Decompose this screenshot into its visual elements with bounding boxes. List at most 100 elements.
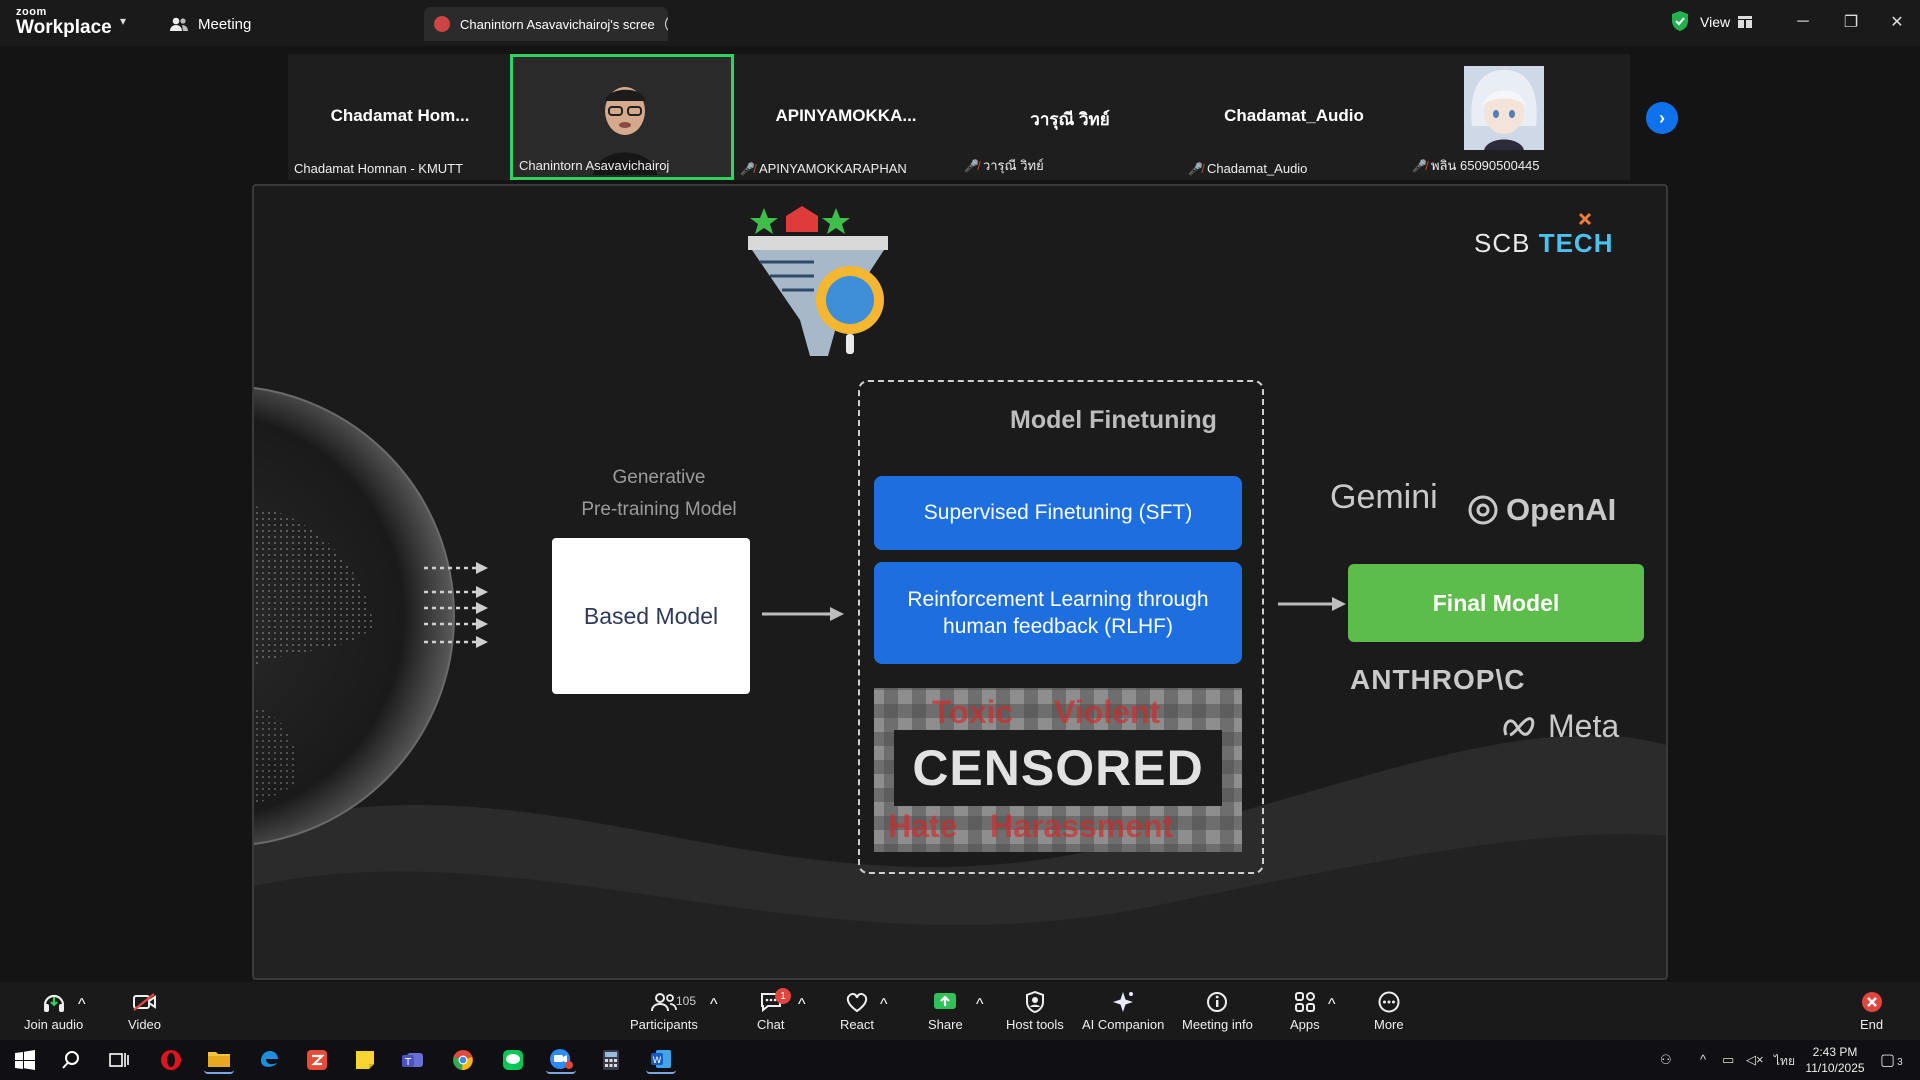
next-page-arrow-icon[interactable]: › [1646, 102, 1678, 134]
participants-label: Participants [630, 1017, 698, 1032]
participant-label-text: Chadamat_Audio [1206, 161, 1308, 176]
share-label: Share [928, 1017, 963, 1032]
system-clock[interactable]: 2:43 PM 11/10/2025 [1794, 1044, 1876, 1076]
participant-label: 🎤̸ APINYAMOKKARAPHAN [740, 161, 907, 176]
chevron-up-icon[interactable]: ^ [798, 996, 806, 1014]
share-screen-icon [932, 990, 958, 1014]
sparkle-icon [1111, 990, 1135, 1014]
close-icon[interactable]: ✕ [1880, 8, 1914, 36]
meta-text: Meta [1548, 708, 1620, 744]
apps-button[interactable]: Apps [1290, 990, 1320, 1032]
participant-tile-active-speaker[interactable]: Chanintorn Asavavichairoj [510, 54, 734, 180]
zoom-taskbar-icon[interactable] [546, 1046, 576, 1074]
ai-companion-button[interactable]: AI Companion [1082, 990, 1164, 1032]
chevron-up-icon[interactable]: ^ [976, 996, 984, 1014]
mic-muted-icon: 🎤̸ [1412, 158, 1427, 173]
meta-logo: Meta [1502, 708, 1619, 745]
finetuning-title: Model Finetuning [1010, 406, 1217, 434]
more-options-icon[interactable]: ··· [664, 15, 668, 33]
chat-button[interactable]: Chat 1 [757, 988, 791, 1032]
headphones-icon [42, 990, 66, 1014]
word-icon[interactable]: W [646, 1046, 676, 1074]
people-icon [170, 17, 188, 31]
chevron-up-icon[interactable]: ^ [880, 996, 888, 1014]
sticky-notes-icon[interactable] [350, 1046, 380, 1074]
gemini-logo: Gemini [1330, 478, 1438, 516]
chat-label: Chat [757, 1017, 785, 1032]
host-tools-button[interactable]: Host tools [1006, 990, 1064, 1032]
meeting-menu[interactable]: Meeting [170, 12, 251, 36]
scb-tech-logo: SCB TECH [1474, 228, 1613, 259]
security-shield-icon[interactable] [1670, 10, 1690, 32]
clock-time: 2:43 PM [1812, 1045, 1858, 1059]
share-button[interactable]: Share [928, 990, 963, 1032]
network-icon[interactable]: ▭ [1722, 1052, 1734, 1068]
participant-tile[interactable]: Chadamat Hom... Chadamat Homnan - KMUTT [288, 54, 512, 180]
end-label: End [1860, 1017, 1884, 1032]
wps-icon[interactable] [302, 1046, 332, 1074]
edge-icon[interactable] [254, 1046, 284, 1074]
mic-muted-icon: 🎤̸ [964, 158, 979, 173]
windows-start-icon[interactable] [10, 1046, 40, 1074]
chrome-icon[interactable] [448, 1046, 478, 1074]
censored-label: CENSORED [894, 730, 1222, 806]
presentation-slide: SCB TECH Generative Pre-training Model B… [252, 184, 1668, 980]
speaker-muted-icon[interactable]: ◁× [1746, 1052, 1764, 1068]
chevron-up-icon[interactable]: ^ [1700, 1052, 1706, 1067]
participant-label-text: APINYAMOKKARAPHAN [758, 161, 907, 176]
react-label: React [840, 1017, 874, 1032]
share-tab[interactable]: Chanintorn Asavavichairoj's scree ··· [424, 7, 668, 41]
search-icon[interactable] [56, 1046, 86, 1074]
end-meeting-button[interactable]: End [1860, 990, 1883, 1032]
chevron-down-icon[interactable]: ▾ [120, 14, 126, 28]
participant-display-name: APINYAMOKKA... [775, 106, 917, 125]
participant-tile[interactable]: วารุณี วิทย์ 🎤̸ วารุณี วิทย์ [958, 54, 1182, 180]
censored-box: Toxic Violent Hate Harassment CENSORED [874, 688, 1242, 852]
participant-display-name: Chadamat_Audio [1224, 106, 1364, 125]
participant-label: 🎤̸ วารุณี วิทย์ [964, 155, 1044, 176]
chevron-up-icon[interactable]: ^ [78, 996, 86, 1014]
censor-word: Toxic [932, 694, 1014, 730]
end-x-icon [1861, 990, 1883, 1014]
clock-date: 11/10/2025 [1805, 1061, 1865, 1075]
participant-label: 🎤̸ Chadamat_Audio [1188, 161, 1307, 176]
react-button[interactable]: React [840, 990, 874, 1032]
minimize-icon[interactable]: ─ [1786, 8, 1820, 36]
participant-tile[interactable]: 🎤̸ พลิน 65090500445 [1406, 54, 1630, 180]
join-audio-button[interactable]: Join audio [24, 990, 83, 1032]
task-view-icon[interactable] [104, 1046, 134, 1074]
teams-icon[interactable]: T [398, 1046, 428, 1074]
openai-text: OpenAI [1506, 492, 1617, 527]
tech-text: TECH [1538, 228, 1614, 258]
notification-count: 3 [1897, 1057, 1903, 1068]
video-label: Video [128, 1017, 162, 1032]
mic-muted-icon: 🎤̸ [740, 161, 755, 176]
meeting-toolbar: Join audio ^ Video Participants 105 ^ Ch… [0, 982, 1920, 1040]
notifications-icon[interactable]: ▢ 3 [1880, 1050, 1903, 1070]
mic-muted-icon: 🎤̸ [1188, 161, 1203, 176]
view-button[interactable]: View [1700, 11, 1753, 33]
calculator-icon[interactable] [596, 1046, 626, 1074]
participant-label-text: พลิน 65090500445 [1430, 158, 1540, 173]
participant-tile[interactable]: APINYAMOKKA... 🎤̸ APINYAMOKKARAPHAN [734, 54, 958, 180]
join-audio-label: Join audio [24, 1017, 84, 1032]
meeting-info-button[interactable]: Meeting info [1182, 990, 1253, 1032]
line-icon[interactable] [498, 1046, 528, 1074]
anime-avatar [1464, 66, 1544, 150]
shield-icon [1024, 990, 1046, 1014]
opera-icon[interactable] [156, 1046, 186, 1074]
people-tray-icon[interactable]: ⚇ [1660, 1052, 1672, 1068]
chevron-up-icon[interactable]: ^ [1328, 996, 1336, 1014]
participant-tile[interactable]: Chadamat_Audio 🎤̸ Chadamat_Audio [1182, 54, 1406, 180]
zoom-logo[interactable]: zoom Workplace [16, 6, 112, 40]
openai-icon [1468, 495, 1498, 525]
gen-label-line2: Pre-training Model [581, 499, 737, 520]
shared-screen-area: SCB TECH Generative Pre-training Model B… [0, 182, 1920, 982]
more-button[interactable]: More [1374, 990, 1404, 1032]
chevron-up-icon[interactable]: ^ [710, 996, 718, 1014]
chat-unread-badge: 1 [775, 988, 791, 1004]
restore-icon[interactable]: ❐ [1834, 8, 1868, 36]
language-indicator[interactable]: ไทย [1774, 1052, 1795, 1071]
video-button[interactable]: Video [128, 990, 161, 1032]
file-explorer-icon[interactable] [204, 1046, 234, 1074]
